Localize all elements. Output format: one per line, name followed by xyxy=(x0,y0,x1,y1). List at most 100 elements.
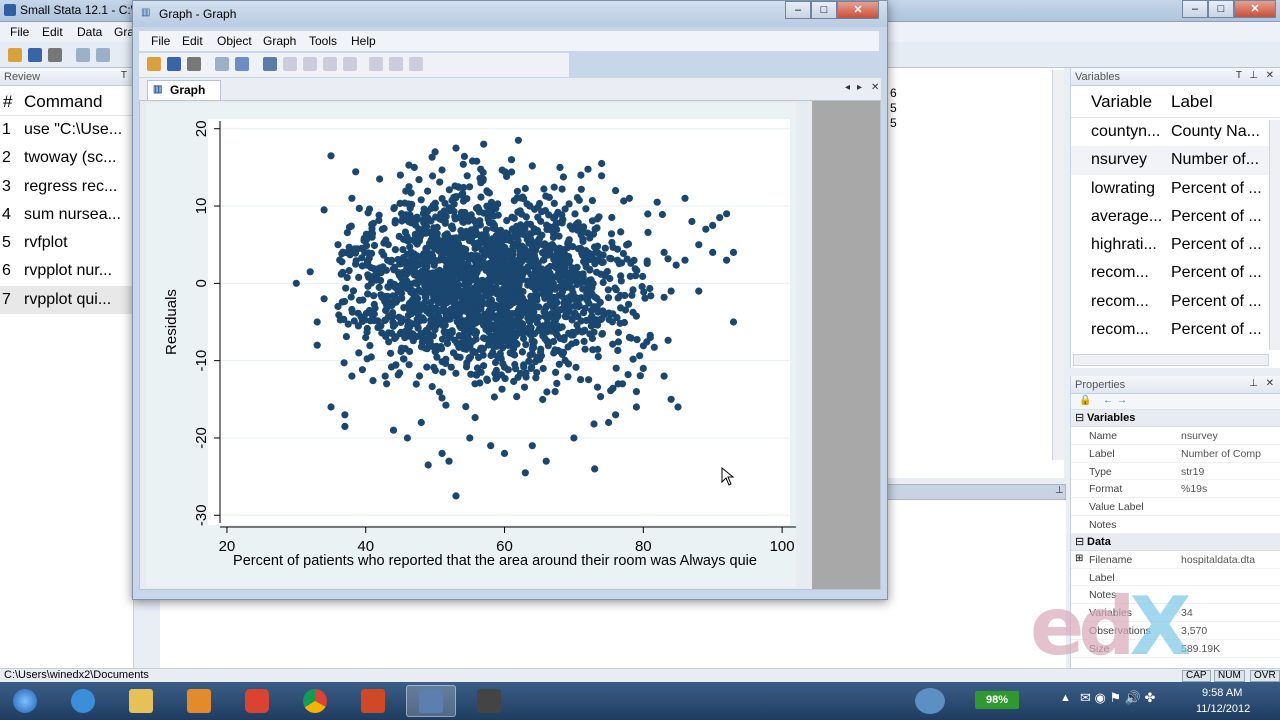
battery-indicator[interactable]: 98% xyxy=(975,691,1019,709)
taskbar-ie[interactable] xyxy=(58,685,108,717)
results-scrollbar[interactable] xyxy=(1052,70,1064,460)
property-row[interactable]: Type str19 xyxy=(1071,463,1280,481)
menu-object[interactable]: Object xyxy=(217,34,252,48)
record-icon[interactable] xyxy=(369,57,383,71)
expand-icon[interactable]: ⊞ xyxy=(1075,553,1083,564)
menu-graphics[interactable]: Gra xyxy=(114,25,134,39)
clock-date[interactable]: 11/12/2012 xyxy=(1196,703,1250,715)
start-button[interactable] xyxy=(0,685,50,717)
taskbar-explorer[interactable] xyxy=(116,685,166,717)
col-command-header[interactable]: Command xyxy=(24,92,102,112)
pin-icon[interactable]: ⊥ xyxy=(1249,70,1258,81)
tab-graph[interactable]: ▥ Graph xyxy=(147,80,221,100)
close-icon[interactable]: ✕ xyxy=(1266,378,1274,389)
variable-row[interactable]: recom... Percent of ... xyxy=(1071,259,1280,287)
property-row[interactable]: Label Number of Comp xyxy=(1071,445,1280,463)
play-icon[interactable] xyxy=(409,57,423,71)
menu-edit[interactable]: Edit xyxy=(42,25,63,39)
menu-file[interactable]: File xyxy=(10,25,29,39)
property-value[interactable]: %19s xyxy=(1181,483,1207,495)
filter-icon[interactable]: T xyxy=(1236,70,1242,81)
menu-tools[interactable]: Tools xyxy=(309,34,337,48)
minimize-button[interactable]: – xyxy=(1182,0,1208,18)
menu-data[interactable]: Data xyxy=(77,25,102,39)
save-icon[interactable] xyxy=(28,48,42,62)
lock-icon[interactable]: 🔒 xyxy=(1079,395,1091,406)
pin-icon[interactable]: ⊥ xyxy=(1055,485,1064,496)
property-value[interactable]: 589.19K xyxy=(1181,643,1220,655)
col-num-header[interactable]: # xyxy=(3,92,12,112)
back-arrow-icon[interactable]: ← xyxy=(1103,395,1113,406)
properties-section-data[interactable]: ⊟ Data xyxy=(1071,533,1280,551)
variables-hscrollbar[interactable] xyxy=(1073,354,1269,366)
property-value[interactable]: Number of Comp xyxy=(1181,448,1261,460)
open-icon[interactable] xyxy=(147,57,161,71)
variable-row[interactable]: average... Percent of ... xyxy=(1071,203,1280,231)
review-row[interactable]: 2 twoway (sc... xyxy=(0,144,133,172)
viewer-icon[interactable] xyxy=(96,48,110,62)
rename-icon[interactable] xyxy=(235,57,249,71)
taskbar-chrome[interactable] xyxy=(290,685,340,717)
select-icon[interactable] xyxy=(283,57,297,71)
print-icon[interactable] xyxy=(187,57,201,71)
variable-row[interactable]: highrati... Percent of ... xyxy=(1071,231,1280,259)
menu-file[interactable]: File xyxy=(151,34,170,48)
copy-icon[interactable] xyxy=(215,57,229,71)
pause-icon[interactable] xyxy=(389,57,403,71)
variables-vscrollbar[interactable] xyxy=(1269,120,1280,350)
redo-icon[interactable] xyxy=(343,57,357,71)
close-button[interactable]: ✕ xyxy=(837,1,879,19)
property-value[interactable]: nsurvey xyxy=(1181,430,1218,442)
review-row[interactable]: 6 rvpplot nur... xyxy=(0,257,133,285)
undo-icon[interactable] xyxy=(323,57,337,71)
variable-row-selected[interactable]: nsurvey Number of... xyxy=(1071,146,1280,175)
close-icon[interactable]: ✕ xyxy=(1266,70,1274,81)
taskbar-powerpoint[interactable] xyxy=(348,685,398,717)
tab-close-icon[interactable]: ✕ xyxy=(871,82,879,93)
log-icon[interactable] xyxy=(76,48,90,62)
close-button[interactable]: ✕ xyxy=(1234,0,1276,18)
collapse-icon[interactable]: ⊟ xyxy=(1075,535,1084,548)
tab-next-icon[interactable]: ▸ xyxy=(857,82,862,93)
network-status-icon[interactable] xyxy=(915,688,945,714)
property-row[interactable]: Format %19s xyxy=(1071,480,1280,499)
menu-edit[interactable]: Edit xyxy=(182,34,203,48)
review-row[interactable]: 1 use "C:\Use... xyxy=(0,116,133,144)
variable-row[interactable]: recom... Percent of ... xyxy=(1071,316,1280,344)
graph-editor-icon[interactable] xyxy=(263,57,277,71)
review-row[interactable]: 4 sum nursea... xyxy=(0,201,133,229)
variable-row[interactable]: lowrating Percent of ... xyxy=(1071,175,1280,203)
maximize-button[interactable]: □ xyxy=(1208,0,1234,18)
review-row[interactable]: 3 regress rec... xyxy=(0,173,133,201)
property-value[interactable]: str19 xyxy=(1181,466,1204,478)
property-row[interactable]: Notes xyxy=(1071,516,1280,534)
menu-help[interactable]: Help xyxy=(351,34,376,48)
taskbar-app[interactable] xyxy=(464,685,514,717)
show-hidden-icons[interactable]: ▲ xyxy=(1060,692,1071,704)
variable-row[interactable]: recom... Percent of ... xyxy=(1071,288,1280,316)
taskbar-stata-active[interactable] xyxy=(406,685,456,717)
collapse-icon[interactable]: ⊟ xyxy=(1075,411,1084,424)
col-label-header[interactable]: Label xyxy=(1171,92,1213,112)
menu-graph[interactable]: Graph xyxy=(263,34,296,48)
save-icon[interactable] xyxy=(167,57,181,71)
tab-prev-icon[interactable]: ◂ xyxy=(845,82,850,93)
graph-canvas[interactable]: -30 -20 -10 0 10 20 20 40 60 80 100 Residuals Perc… xyxy=(139,100,881,590)
tray-icons[interactable]: ✉ ◉ ⚑ 🔊 ✤ xyxy=(1080,690,1155,706)
property-value[interactable]: hospitaldata.dta xyxy=(1181,554,1255,566)
review-row-selected[interactable]: 7 rvpplot qui... xyxy=(0,285,133,315)
property-row[interactable]: ⊞ Filename hospitaldata.dta xyxy=(1071,551,1280,569)
variable-row[interactable]: countyn... County Na... xyxy=(1071,118,1280,146)
pin-icon[interactable]: ⊥ xyxy=(1249,378,1258,389)
minimize-button[interactable]: – xyxy=(785,1,811,19)
maximize-button[interactable]: □ xyxy=(811,1,837,19)
col-variable-header[interactable]: Variable xyxy=(1091,92,1152,112)
review-row[interactable]: 5 rvfplot xyxy=(0,229,133,257)
forward-arrow-icon[interactable]: → xyxy=(1117,395,1127,406)
taskbar-app-red[interactable] xyxy=(232,685,282,717)
property-row[interactable]: Value Label xyxy=(1071,498,1280,516)
property-row[interactable]: Name nsurvey xyxy=(1071,427,1280,445)
properties-section-variables[interactable]: ⊟ Variables xyxy=(1071,410,1280,427)
pointer-icon[interactable] xyxy=(303,57,317,71)
taskbar-media[interactable] xyxy=(174,685,224,717)
